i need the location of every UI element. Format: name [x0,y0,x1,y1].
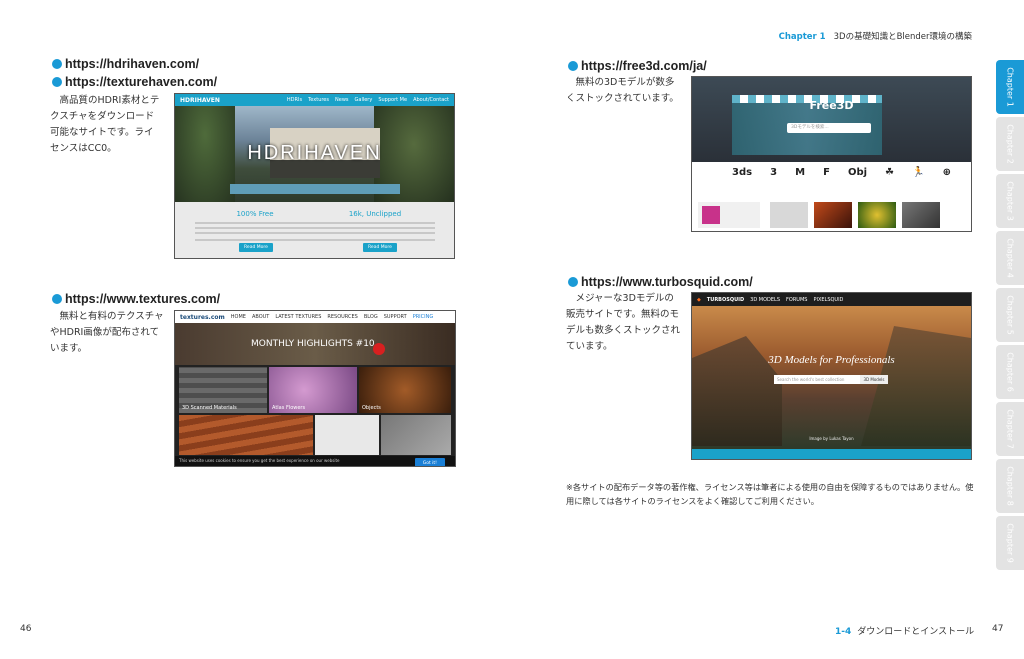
textures-description: 無料と有料のテクスチャやHDRI画像が配布されています。 [50,311,164,354]
textures-nav-item: PRICING [412,314,434,320]
hdri-nav-item: HDRIs [286,97,303,103]
texturehaven-url[interactable]: https://texturehaven.com/ [52,72,217,92]
turbosquid-screenshot: ◆ TURBOSQUID 3D MODELS FORUMS PIXELSQUID… [691,292,972,460]
copyright-note: ※各サイトの配布データ等の著作権、ライセンス等は筆者による使用の自由を保障するも… [566,482,974,506]
format-icon[interactable]: M [795,167,805,178]
hdri-nav-item: News [335,97,349,103]
textures-tile[interactable] [315,415,379,455]
format-icon[interactable]: ☘ [885,167,894,178]
hdri-read-more-button[interactable]: Read More [239,243,273,252]
textures-navbar: textures.com HOME ABOUT LATEST TEXTURES … [175,311,455,323]
format-icon[interactable]: 🏃 [912,167,924,178]
chapter-tab-3[interactable]: Chapter 3 [996,174,1024,228]
textures-nav-item: RESOURCES [327,314,358,320]
turbosquid-headline: 3D Models for Professionals [768,354,895,366]
textures-tile[interactable]: Atlas Flowers [269,367,357,413]
free3d-ad [698,202,760,228]
chapter-tab-6[interactable]: Chapter 6 [996,345,1024,399]
format-icon[interactable]: 3 [770,167,777,178]
hdri-col1-title: 100% Free [236,210,274,218]
free3d-title: Free3D [809,99,854,112]
turbosquid-nav-item: FORUMS [786,296,808,303]
hdrihaven-url[interactable]: https://hdrihaven.com/ [52,54,199,74]
format-icon[interactable]: ⊕ [943,167,951,178]
textures-banner-text: MONTHLY HIGHLIGHTS #10 [251,339,375,349]
chapter-tab-8[interactable]: Chapter 8 [996,459,1024,513]
textures-nav-item: SUPPORT [383,314,407,320]
section-title: ダウンロードとインストール [857,627,975,637]
turbosquid-url[interactable]: https://www.turbosquid.com/ [568,272,753,292]
bullet-icon [52,294,62,304]
chapter-tab-4[interactable]: Chapter 4 [996,231,1024,285]
free3d-format-icons: 3ds 3 M F Obj ☘ 🏃 ⊕ [732,167,951,178]
header-chapter-label: Chapter 1 [778,32,826,42]
textures-tile[interactable]: Objects [359,367,451,413]
page-number-right: 47 [992,624,1004,634]
turbosquid-description: メジャーな3Dモデルの販売サイトです。無料のモデルも数多くストックされています。 [566,293,681,352]
free3d-thumb[interactable] [902,202,940,228]
free3d-screenshot: Free3D 3Dモデルを検索... 3ds 3 M F Obj ☘ 🏃 ⊕ [691,76,972,232]
textures-nav-item: BLOG [363,314,378,320]
turbosquid-nav-item: PIXELSQUID [813,296,844,303]
textures-screenshot: textures.com HOME ABOUT LATEST TEXTURES … [174,310,456,467]
free3d-url[interactable]: https://free3d.com/ja/ [568,56,707,76]
chapter-tabs: Chapter 1 Chapter 2 Chapter 3 Chapter 4 … [996,60,1024,573]
hdri-description: 高品質のHDRI素材とテクスチャをダウンロード可能なサイトです。ライセンスはCC… [50,95,160,154]
free3d-description: 無料の3Dモデルが数多くストックされています。 [566,77,679,104]
turbosquid-promo-bar[interactable] [692,449,971,459]
hdri-hero-image: HDRIHAVEN [175,106,454,202]
chapter-tab-9[interactable]: Chapter 9 [996,516,1024,570]
bullet-icon [52,77,62,87]
format-icon[interactable]: Obj [848,167,867,178]
turbosquid-search-category[interactable]: 3D Models [860,375,888,384]
hdri-navbar: HDRIHAVEN HDRIs Textures News Gallery Su… [175,94,454,106]
free3d-thumb[interactable] [770,202,808,228]
hdri-hero-logo: HDRIHAVEN [247,142,382,164]
hdri-nav-item: Gallery [354,97,373,103]
turbosquid-hero: 3D Models for Professionals Search the w… [692,306,971,449]
hdrihaven-screenshot: HDRIHAVEN HDRIs Textures News Gallery Su… [174,93,455,259]
textures-cookie-bar: This website uses cookies to ensure you … [175,456,455,466]
free3d-search-input[interactable]: 3Dモデルを検索... [787,123,871,133]
textures-logo: textures.com [180,313,225,321]
hdri-info-panel: 100% Free 16k, Unclipped Read More Read … [175,202,454,258]
page-number-left: 46 [20,624,32,634]
textures-nav-item: ABOUT [251,314,270,320]
textures-banner: MONTHLY HIGHLIGHTS #10 [175,323,455,365]
hdri-logo: HDRIHAVEN [180,96,220,104]
section-footer: 1-4 ダウンロードとインストール [835,624,974,637]
textures-tile[interactable] [381,415,451,455]
bullet-icon [568,61,578,71]
chapter-tab-5[interactable]: Chapter 5 [996,288,1024,342]
turbosquid-search-input[interactable]: Search the world's best collection [774,375,860,384]
hdri-nav-item: Support Me [378,97,408,103]
turbosquid-nav-item: 3D MODELS [750,296,781,303]
free3d-hero: Free3D 3Dモデルを検索... [692,77,971,162]
chapter-tab-2[interactable]: Chapter 2 [996,117,1024,171]
textures-nav-item: HOME [230,314,246,320]
free3d-thumb[interactable] [814,202,852,228]
textures-tile[interactable]: 3D Scanned Materials [179,367,267,413]
textures-url[interactable]: https://www.textures.com/ [52,289,220,309]
chapter-tab-1[interactable]: Chapter 1 [996,60,1024,114]
hdri-read-more-button-2[interactable]: Read More [363,243,397,252]
chapter-tab-7[interactable]: Chapter 7 [996,402,1024,456]
turbosquid-logo: TURBOSQUID [706,296,745,303]
textures-tile[interactable] [179,415,313,455]
turbosquid-navbar: ◆ TURBOSQUID 3D MODELS FORUMS PIXELSQUID [692,293,971,306]
cookie-accept-button[interactable]: Got it! [414,458,445,466]
textures-nav-item: LATEST TEXTURES [275,314,322,320]
hdri-col2-title: 16k, Unclipped [348,210,402,218]
bullet-icon [568,277,578,287]
section-number: 1-4 [835,627,852,637]
free3d-thumb[interactable] [858,202,896,228]
format-icon[interactable]: F [823,167,830,178]
hdri-nav-item: Textures [308,97,329,103]
bullet-icon [52,59,62,69]
header-chapter-title: 3Dの基礎知識とBlender環境の構築 [833,32,972,42]
format-icon[interactable]: 3ds [732,167,752,178]
hdri-nav-item: About/Contact [413,97,449,103]
running-header: Chapter 1 3Dの基礎知識とBlender環境の構築 [779,30,972,42]
turbosquid-credit: Image by Lukas Tayon [809,436,854,441]
